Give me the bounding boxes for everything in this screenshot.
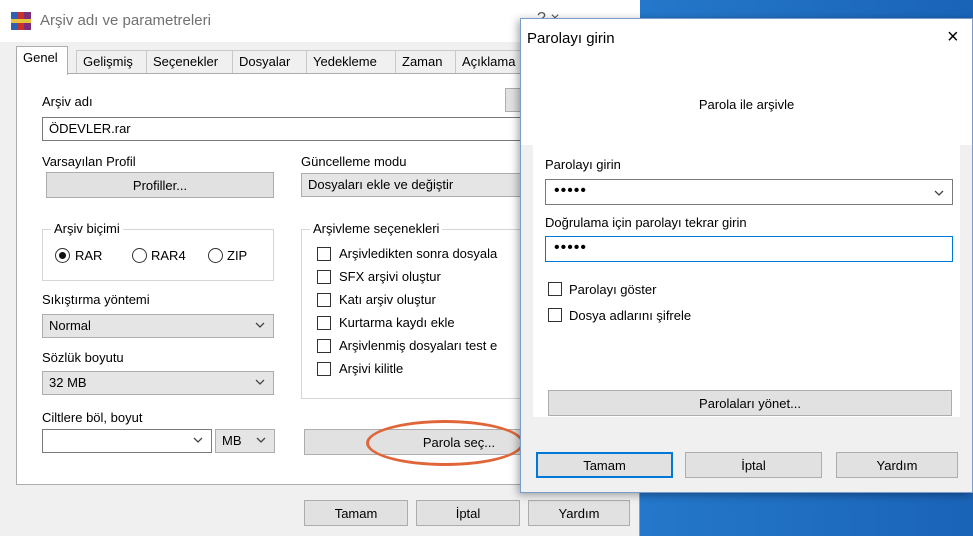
chevron-down-icon [193,437,203,443]
format-rar4-label: RAR4 [151,248,186,263]
chevron-down-icon [255,322,265,328]
password-ok-button[interactable]: Tamam [536,452,673,478]
confirm-password-label: Doğrulama için parolayı tekrar girin [545,215,747,230]
split-volumes-label: Ciltlere böl, boyut [42,410,143,425]
enter-password-value: ••••• [554,182,588,199]
password-cancel-button[interactable]: İptal [685,452,822,478]
archive-name-input[interactable]: ÖDEVLER.rar [42,117,542,141]
tab-general[interactable]: Genel [16,46,68,75]
option-test-label: Arşivlenmiş dosyaları test e [339,338,498,353]
archiving-options-title: Arşivleme seçenekleri [310,221,443,236]
format-zip-label: ZIP [227,248,248,263]
archive-format-title: Arşiv biçimi [51,221,123,236]
archiving-options-group: Arşivleme seçenekleri Arşivledikten sonr… [301,221,551,399]
encrypt-names-label: Dosya adlarını şifrele [569,308,692,323]
archive-name-label: Arşiv adı [42,94,93,109]
dictionary-value: 32 MB [49,375,87,390]
window-title: Arşiv adı ve parametreleri [40,12,211,29]
option-sfx-label: SFX arşivi oluştur [339,269,441,284]
password-help-button[interactable]: Yardım [836,452,958,478]
chevron-down-icon [255,379,265,385]
format-rar-label: RAR [75,248,103,263]
option-sfx-checkbox[interactable] [317,270,331,284]
split-size-input[interactable] [42,429,212,453]
compression-value: Normal [49,318,91,333]
show-password-label: Parolayı göster [569,282,657,297]
tab-options[interactable]: Seçenekler [146,50,234,74]
option-lock-label: Arşivi kilitle [339,361,404,376]
option-test-checkbox[interactable] [317,339,331,353]
close-icon[interactable]: × [947,26,959,49]
archive-format-group: Arşiv biçimi RAR RAR4 ZIP [42,221,274,281]
cancel-button[interactable]: İptal [416,500,520,526]
show-password-checkbox[interactable] [548,282,562,296]
highlight-ellipse [366,420,524,466]
ok-button[interactable]: Tamam [304,500,408,526]
option-solid-checkbox[interactable] [317,293,331,307]
password-dialog: Parolayı girin × Parola ile arşivle Paro… [520,18,973,493]
dictionary-select[interactable]: 32 MB [42,371,274,395]
password-dialog-body: Parolayı girin ••••• Doğrulama için paro… [533,145,960,417]
option-lock-checkbox[interactable] [317,362,331,376]
update-mode-label: Güncelleme modu [301,154,407,169]
default-profile-label: Varsayılan Profil [42,154,136,169]
help-button[interactable]: Yardım [528,500,630,526]
format-rar4-radio[interactable] [132,248,147,263]
format-rar-radio[interactable] [55,248,70,263]
chevron-down-icon [934,190,944,196]
option-recovery-label: Kurtarma kaydı ekle [339,315,455,330]
enter-password-input[interactable]: ••••• [545,179,953,205]
confirm-password-input[interactable]: ••••• [545,236,953,262]
option-recovery-checkbox[interactable] [317,316,331,330]
option-solid-label: Katı arşiv oluştur [339,292,436,307]
compression-label: Sıkıştırma yöntemi [42,292,150,307]
encrypt-names-checkbox[interactable] [548,308,562,322]
winrar-app-icon [11,12,31,30]
tab-files[interactable]: Dosyalar [232,50,308,74]
password-dialog-header: Parola ile arşivle [521,61,972,145]
tab-backup[interactable]: Yedekleme [306,50,397,74]
tab-time[interactable]: Zaman [395,50,457,74]
enter-password-label: Parolayı girin [545,157,621,172]
password-dialog-title: Parolayı girin [527,30,615,47]
option-delete-after-label: Arşivledikten sonra dosyala [339,246,498,261]
split-unit-value: MB [222,433,242,448]
manage-passwords-button[interactable]: Parolaları yönet... [548,390,952,416]
format-zip-radio[interactable] [208,248,223,263]
update-mode-select[interactable]: Dosyaları ekle ve değiştir [301,173,541,197]
profiles-button[interactable]: Profiller... [46,172,274,198]
option-delete-after-checkbox[interactable] [317,247,331,261]
password-dialog-title-bar: Parolayı girin × [521,19,972,61]
compression-select[interactable]: Normal [42,314,274,338]
chevron-down-icon [256,437,266,443]
password-dialog-subtitle: Parola ile arşivle [698,97,795,112]
dictionary-label: Sözlük boyutu [42,350,124,365]
tab-advanced[interactable]: Gelişmiş [76,50,148,74]
split-unit-select[interactable]: MB [215,429,275,453]
